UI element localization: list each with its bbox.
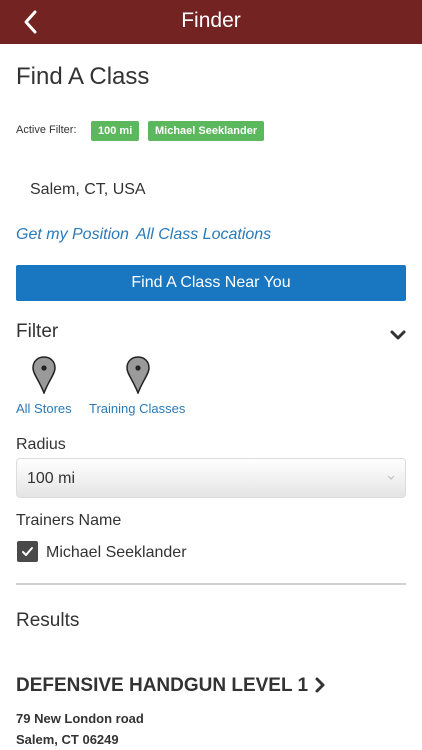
class-address-line2: Salem, CT 06249 <box>16 732 119 747</box>
page-title: Find A Class <box>16 63 150 90</box>
divider <box>16 583 406 585</box>
filter-heading: Filter <box>16 321 59 342</box>
class-address-line1: 79 New London road <box>16 711 144 726</box>
get-my-position-link[interactable]: Get my Position <box>16 226 129 244</box>
radius-select[interactable]: 100 mi <box>16 458 406 498</box>
all-stores-filter[interactable]: All Stores <box>16 401 72 416</box>
top-nav-bar: Finder <box>0 0 422 44</box>
filter-badge-radius: 100 mi <box>91 121 140 141</box>
map-pin-icon[interactable] <box>126 356 150 394</box>
map-pin-icon[interactable] <box>32 356 56 394</box>
trainers-name-label: Trainers Name <box>16 512 122 529</box>
dropdown-arrow-icon <box>387 475 395 480</box>
class-title[interactable]: DEFENSIVE HANDGUN LEVEL 1 <box>16 675 308 697</box>
location-text: Salem, CT, USA <box>30 181 146 198</box>
chevron-down-icon[interactable] <box>388 327 408 343</box>
filter-badge-trainer: Michael Seeklander <box>148 121 265 141</box>
results-heading: Results <box>16 610 80 631</box>
active-filter-label: Active Filter: <box>16 124 77 136</box>
find-class-near-you-button[interactable]: Find A Class Near You <box>16 265 406 301</box>
trainer-name: Michael Seeklander <box>46 544 187 561</box>
checkmark-icon <box>22 547 33 556</box>
all-class-locations-link[interactable]: All Class Locations <box>136 226 271 244</box>
radius-label: Radius <box>16 436 66 453</box>
trainer-checkbox[interactable] <box>17 541 38 562</box>
chevron-right-icon[interactable] <box>313 676 327 694</box>
radius-select-value: 100 mi <box>27 470 76 487</box>
training-classes-filter[interactable]: Training Classes <box>89 401 185 416</box>
nav-title: Finder <box>181 9 241 32</box>
